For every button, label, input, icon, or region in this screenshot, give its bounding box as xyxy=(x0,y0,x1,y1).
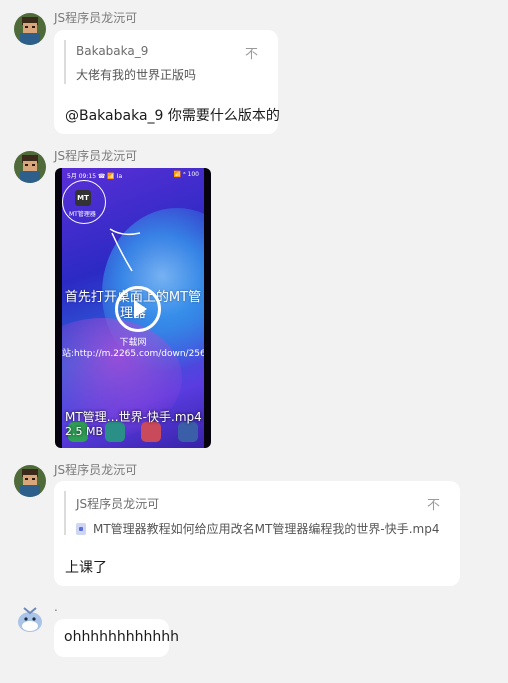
message-text: 上课了 xyxy=(65,560,107,576)
reply-quote[interactable]: Bakabaka_9 大佬有我的世界正版吗 xyxy=(64,40,264,84)
contacts-app-icon xyxy=(104,422,125,442)
annotation-arrow xyxy=(109,228,141,272)
avatar[interactable] xyxy=(14,13,46,45)
message-bubble[interactable]: JS程序员龙沅可 MT管理器教程如何给应用改名MT管理器编程我的世界-快手.mp… xyxy=(54,481,460,586)
quote-text: 大佬有我的世界正版吗 xyxy=(76,68,197,82)
message-bubble[interactable]: ohhhhhhhhhhhh xyxy=(54,619,179,657)
video-file-icon xyxy=(76,522,86,535)
avatar[interactable] xyxy=(14,465,46,497)
sender-name: JS程序员龙沅可 xyxy=(54,149,138,163)
sender-name: JS程序员龙沅可 xyxy=(54,463,138,477)
video-file-size: 2.5 MB xyxy=(65,425,104,438)
avatar-image xyxy=(14,465,46,497)
video-url-caption: 下载网站:http://m.2265.com/down/256976.html xyxy=(62,338,204,359)
pin-icon[interactable]: 不 xyxy=(245,43,258,62)
video-thumbnail: 5月 09:15 ☎ 📶 Ia 📶 ᵃ 100 MT MT管理器 首先打开桌面上… xyxy=(62,168,204,448)
play-icon[interactable] xyxy=(115,286,161,332)
camera-app-icon xyxy=(141,422,162,442)
avatar[interactable] xyxy=(14,151,46,183)
video-message[interactable]: 5月 09:15 ☎ 📶 Ia 📶 ᵃ 100 MT MT管理器 首先打开桌面上… xyxy=(55,168,211,448)
status-bar-icons: 📶 ᵃ 100 xyxy=(173,171,199,178)
reply-quote[interactable]: JS程序员龙沅可 MT管理器教程如何给应用改名MT管理器编程我的世界-快手.mp… xyxy=(64,491,444,537)
message-bubble[interactable]: Bakabaka_9 大佬有我的世界正版吗 不 @Bakabaka_9 你需要什… xyxy=(54,30,280,134)
video-file-name: MT管理…世界-快手.mp4 xyxy=(65,410,202,424)
messages-app-icon xyxy=(177,422,198,442)
sender-name: . xyxy=(54,600,58,614)
message-text: ohhhhhhhhhhhh xyxy=(64,629,180,645)
quote-text: MT管理器教程如何给应用改名MT管理器编程我的世界-快手.mp4 xyxy=(93,522,440,536)
mt-manager-app-icon: MT xyxy=(75,190,91,206)
status-bar-time: 5月 09:15 ☎ 📶 Ia xyxy=(67,173,123,180)
shark-avatar-image xyxy=(14,604,46,636)
app-label: MT管理器 xyxy=(69,211,96,218)
avatar-image xyxy=(14,13,46,45)
quote-file: MT管理器教程如何给应用改名MT管理器编程我的世界-快手.mp4 xyxy=(76,520,444,537)
avatar[interactable] xyxy=(14,604,46,636)
pin-icon[interactable]: 不 xyxy=(427,494,440,513)
sender-name: JS程序员龙沅可 xyxy=(54,11,138,25)
quote-author: JS程序员龙沅可 xyxy=(76,497,160,511)
message-text: @Bakabaka_9 你需要什么版本的 xyxy=(65,108,280,124)
avatar-image xyxy=(14,151,46,183)
quote-author: Bakabaka_9 xyxy=(76,44,149,58)
